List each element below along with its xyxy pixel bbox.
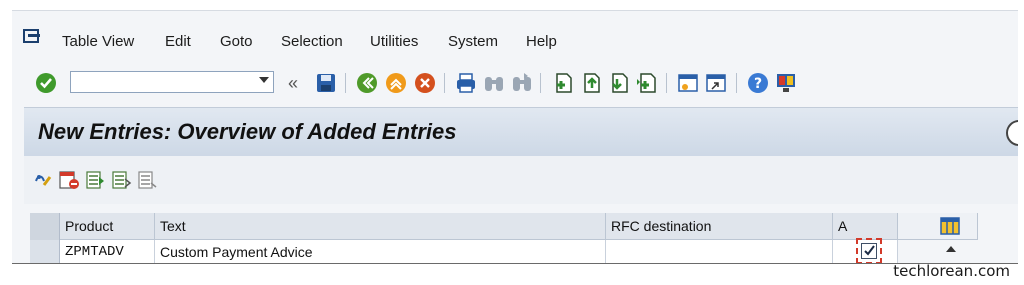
toolbar-separator (540, 73, 541, 93)
command-field[interactable] (70, 71, 274, 93)
select-all-icon[interactable] (84, 169, 106, 191)
divider (12, 263, 1018, 264)
find-icon[interactable] (482, 71, 506, 95)
application-toolbar (24, 156, 1018, 204)
print-icon[interactable] (454, 71, 478, 95)
menu-system[interactable]: System (448, 33, 498, 50)
cell-product[interactable]: ZPMTADV (60, 240, 155, 264)
standard-toolbar: « ? (12, 67, 1018, 101)
select-all-cell[interactable] (30, 213, 60, 240)
active-checkbox[interactable] (861, 243, 877, 259)
cell-rfc-destination[interactable] (606, 240, 833, 264)
previous-page-icon[interactable] (578, 71, 602, 95)
shortcut-icon[interactable] (704, 71, 728, 95)
toolbar-separator (444, 73, 445, 93)
watermark: techlorean.com (893, 262, 1010, 280)
column-header-product[interactable]: Product (60, 213, 155, 240)
menu-edit[interactable]: Edit (165, 33, 191, 50)
toolbar-separator (345, 73, 346, 93)
back-icon[interactable] (355, 71, 379, 95)
menu-help[interactable]: Help (526, 33, 557, 50)
cancel-icon[interactable] (413, 71, 437, 95)
column-header-a[interactable]: A (833, 213, 898, 240)
row-selector[interactable] (30, 240, 60, 264)
menu-goto[interactable]: Goto (220, 33, 253, 50)
menu-utilities[interactable]: Utilities (370, 33, 418, 50)
new-session-icon[interactable] (676, 71, 700, 95)
toolbar-separator (666, 73, 667, 93)
display-change-icon[interactable] (32, 169, 54, 191)
select-block-icon[interactable] (110, 169, 132, 191)
deselect-all-icon[interactable] (136, 169, 158, 191)
column-settings-cell (898, 213, 978, 240)
save-icon[interactable] (314, 71, 338, 95)
svg-text:?: ? (754, 76, 762, 92)
collapse-toolbar-icon[interactable]: « (288, 73, 298, 94)
last-page-icon[interactable] (634, 71, 658, 95)
menu-icon[interactable] (22, 28, 44, 46)
checkmark-icon (864, 245, 875, 256)
delete-row-icon[interactable] (58, 169, 80, 191)
exit-icon[interactable] (384, 71, 408, 95)
toolbar-separator (736, 73, 737, 93)
scroll-indicator (1006, 120, 1018, 146)
next-page-icon[interactable] (606, 71, 630, 95)
layout-icon[interactable] (774, 71, 798, 95)
column-settings-icon[interactable] (940, 217, 960, 235)
column-header-rfc-destination[interactable]: RFC destination (606, 213, 833, 240)
title-bar: New Entries: Overview of Added Entries (24, 107, 1018, 157)
page-title: New Entries: Overview of Added Entries (38, 119, 457, 144)
cell-text[interactable]: Custom Payment Advice (155, 240, 606, 264)
menu-bar: Table View Edit Goto Selection Utilities… (12, 25, 1018, 55)
enter-check-icon[interactable] (34, 71, 58, 95)
first-page-icon[interactable] (550, 71, 574, 95)
scroll-up-icon[interactable] (946, 246, 956, 252)
menu-table-view[interactable]: Table View (62, 33, 134, 50)
sap-window: Table View Edit Goto Selection Utilities… (12, 10, 1018, 264)
help-icon[interactable]: ? (746, 71, 770, 95)
menu-selection[interactable]: Selection (281, 33, 343, 50)
find-next-icon[interactable] (510, 71, 534, 95)
chevron-down-icon[interactable] (259, 77, 269, 83)
entries-table: Product Text RFC destination A ZPMTADV C… (30, 213, 1018, 264)
column-header-text[interactable]: Text (155, 213, 606, 240)
